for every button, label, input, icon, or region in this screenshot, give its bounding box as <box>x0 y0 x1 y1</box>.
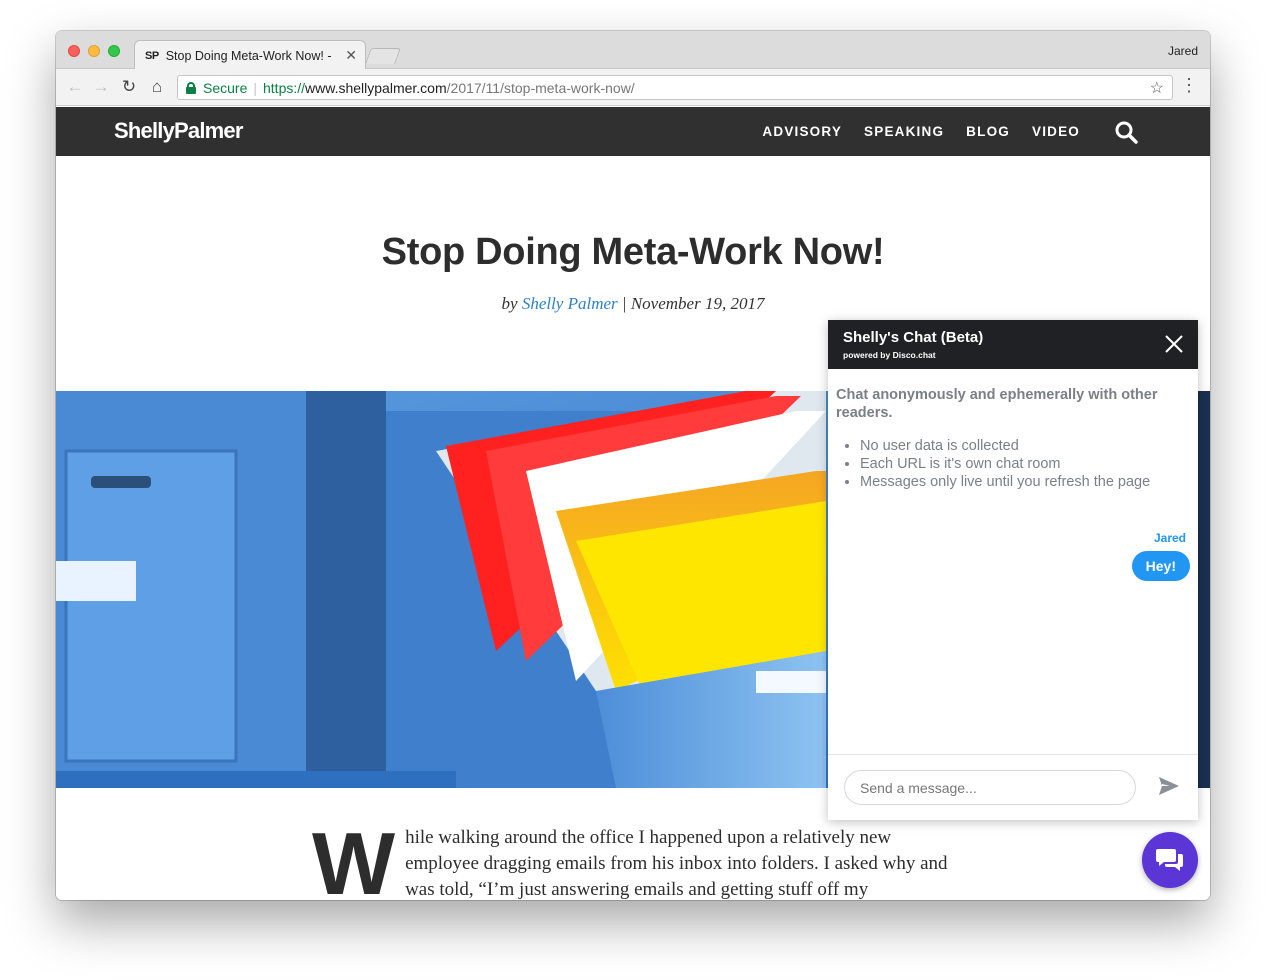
message-sender: Jared <box>1153 531 1186 545</box>
back-icon[interactable]: ← <box>64 77 86 97</box>
lock-icon <box>186 81 196 94</box>
tab-strip: SP Stop Doing Meta-Work Now! - ✕ Jared <box>56 31 1210 70</box>
favicon-icon: SP <box>145 49 159 62</box>
maximize-window-button[interactable] <box>108 45 120 57</box>
chat-panel: Shelly's Chat (Beta) powered by Disco.ch… <box>828 320 1198 820</box>
close-window-button[interactable] <box>68 45 80 57</box>
browser-toolbar: ← → ↻ ⌂ Secure | https:// www.shellypalm… <box>56 69 1210 106</box>
close-icon[interactable] <box>1164 334 1184 354</box>
browser-window: SP Stop Doing Meta-Work Now! - ✕ Jared ←… <box>56 31 1210 900</box>
article-body: W hile walking around the office I happe… <box>312 814 952 901</box>
star-icon[interactable]: ☆ <box>1150 78 1164 98</box>
byline-separator: | <box>617 294 631 313</box>
profile-name[interactable]: Jared <box>1168 44 1198 58</box>
article-lead: hile walking around the office I happene… <box>405 827 948 900</box>
page-viewport: ShellyPalmer ADVISORY SPEAKING BLOG VIDE… <box>56 107 1210 900</box>
nav-speaking[interactable]: SPEAKING <box>864 124 944 139</box>
menu-icon[interactable]: ⋮ <box>1180 76 1198 94</box>
article-title: Stop Doing Meta-Work Now! <box>381 231 885 273</box>
browser-tab-active[interactable]: SP Stop Doing Meta-Work Now! - ✕ <box>134 40 366 70</box>
address-bar[interactable]: Secure | https:// www.shellypalmer.com /… <box>177 75 1173 100</box>
new-tab-button[interactable] <box>365 48 401 64</box>
forward-icon[interactable]: → <box>90 77 112 97</box>
tab-close-icon[interactable]: ✕ <box>345 47 357 64</box>
minimize-window-button[interactable] <box>88 45 100 57</box>
chat-title: Shelly's Chat (Beta) <box>843 329 984 346</box>
site-logo[interactable]: ShellyPalmer <box>114 118 243 144</box>
send-icon[interactable] <box>1158 776 1180 796</box>
chat-feature-item: No user data is collected <box>860 437 1150 455</box>
chat-bubbles-icon <box>1156 849 1183 871</box>
url-scheme: https:// <box>263 79 306 96</box>
nav-advisory[interactable]: ADVISORY <box>762 124 842 139</box>
chat-launcher-button[interactable] <box>1142 832 1198 888</box>
article-byline: by Shelly Palmer | November 19, 2017 <box>56 294 1210 314</box>
chat-feature-list: No user data is collected Each URL is it… <box>860 437 1150 491</box>
nav-video[interactable]: VIDEO <box>1032 124 1080 139</box>
tab-title: Stop Doing Meta-Work Now! - <box>165 48 332 63</box>
message-input[interactable] <box>844 770 1136 805</box>
url-host: www.shellypalmer.com <box>305 79 447 96</box>
secure-label: Secure <box>203 79 248 96</box>
article-date: November 19, 2017 <box>630 294 765 313</box>
nav-blog[interactable]: BLOG <box>966 124 1010 139</box>
chat-subtitle[interactable]: powered by Disco.chat <box>843 350 936 360</box>
drop-cap: W <box>312 814 396 901</box>
chat-feature-item: Each URL is it's own chat room <box>860 455 1150 473</box>
reload-icon[interactable]: ↻ <box>118 77 140 97</box>
chat-feature-item: Messages only live until you refresh the… <box>860 473 1150 491</box>
address-separator: | <box>253 79 257 96</box>
byline-by: by <box>501 294 518 313</box>
url-path: /2017/11/stop-meta-work-now/ <box>446 79 635 96</box>
chat-footer <box>828 754 1198 820</box>
home-icon[interactable]: ⌂ <box>146 77 168 97</box>
site-nav: ADVISORY SPEAKING BLOG VIDEO <box>762 124 1080 139</box>
chat-header: Shelly's Chat (Beta) powered by Disco.ch… <box>828 320 1198 369</box>
search-icon[interactable] <box>1114 120 1138 144</box>
site-header: ShellyPalmer ADVISORY SPEAKING BLOG VIDE… <box>56 107 1210 156</box>
author-link[interactable]: Shelly Palmer <box>522 294 618 313</box>
chat-intro: Chat anonymously and ephemerally with ot… <box>836 387 1158 421</box>
message-bubble: Hey! <box>1131 551 1190 581</box>
